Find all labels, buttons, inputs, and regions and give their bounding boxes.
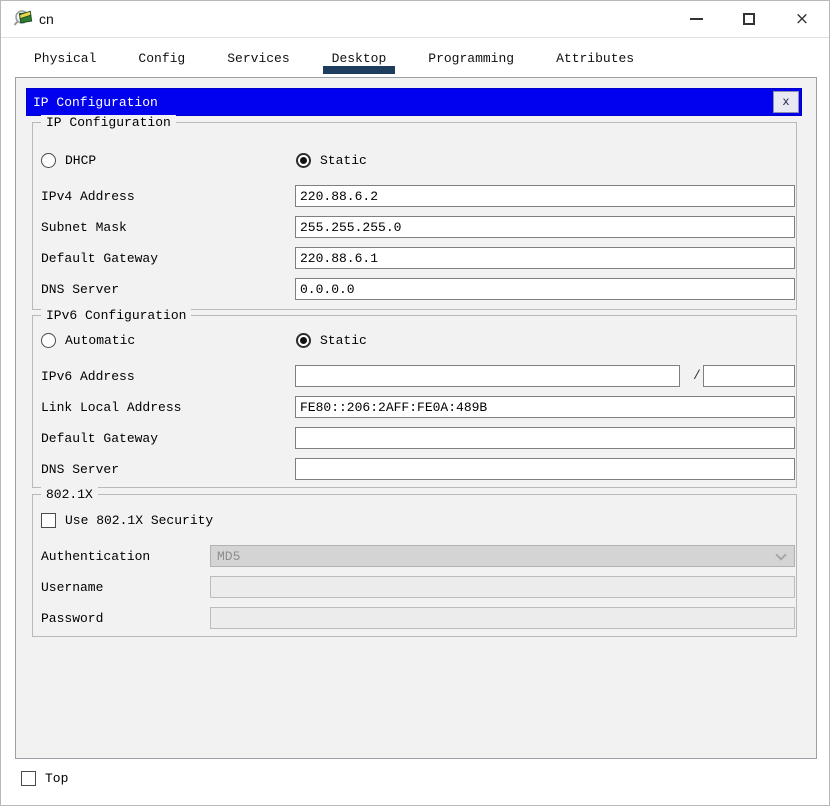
ipv6-automatic-radio-circle: [41, 333, 56, 348]
ip-configuration-dialog-titlebar[interactable]: IP Configuration x: [26, 88, 802, 116]
ipv6-dns-server-label: DNS Server: [41, 462, 119, 477]
top-checkbox[interactable]: Top: [21, 771, 68, 786]
packet-tracer-device-icon: [14, 9, 34, 29]
maximize-icon: [743, 13, 755, 25]
close-icon: ×: [795, 11, 809, 28]
ipv4-address-input[interactable]: [295, 185, 795, 207]
ipv6-group-legend: IPv6 Configuration: [41, 308, 191, 323]
dhcp-radio-circle: [41, 153, 56, 168]
ipv6-static-radio-label: Static: [320, 333, 367, 348]
ipv6-address-label: IPv6 Address: [41, 369, 135, 384]
desktop-tab-panel: IP Configuration x IP Configuration DHCP…: [15, 77, 817, 759]
chevron-down-icon: [775, 549, 786, 560]
dhcp-radio-label: DHCP: [65, 153, 96, 168]
window-titlebar[interactable]: cn ×: [1, 1, 829, 38]
ipv4-configuration-groupbox: IP Configuration DHCP Static IPv4 Addres…: [32, 122, 797, 310]
window-title: cn: [39, 11, 54, 27]
ipv6-default-gateway-input[interactable]: [295, 427, 795, 449]
subnet-mask-input[interactable]: [295, 216, 795, 238]
username-label: Username: [41, 580, 103, 595]
ipv4-group-legend: IP Configuration: [41, 115, 176, 130]
close-button[interactable]: ×: [779, 1, 825, 37]
dialog-title: IP Configuration: [27, 95, 158, 110]
ipv6-automatic-radio-label: Automatic: [65, 333, 135, 348]
tab-programming[interactable]: Programming: [419, 49, 523, 74]
maximize-button[interactable]: [726, 1, 772, 37]
use-dot1x-security-checkbox-label: Use 802.1X Security: [65, 513, 213, 528]
link-local-address-input[interactable]: [295, 396, 795, 418]
ipv4-static-radio-label: Static: [320, 153, 367, 168]
tab-attributes[interactable]: Attributes: [547, 49, 643, 74]
ipv6-static-radio[interactable]: Static: [296, 333, 367, 348]
authentication-dropdown-value: MD5: [217, 549, 240, 564]
tab-desktop[interactable]: Desktop: [323, 49, 396, 74]
top-checkbox-box: [21, 771, 36, 786]
password-label: Password: [41, 611, 103, 626]
ipv6-address-input[interactable]: [295, 365, 680, 387]
ipv4-static-radio-circle: [296, 153, 311, 168]
ipv4-default-gateway-input[interactable]: [295, 247, 795, 269]
tab-bar: Physical Config Services Desktop Program…: [25, 49, 643, 74]
subnet-mask-label: Subnet Mask: [41, 220, 127, 235]
top-checkbox-label: Top: [45, 771, 68, 786]
ipv4-dns-server-input[interactable]: [295, 278, 795, 300]
authentication-dropdown[interactable]: MD5: [210, 545, 795, 567]
ipv6-prefix-separator: /: [693, 368, 701, 383]
ipv4-default-gateway-label: Default Gateway: [41, 251, 158, 266]
tab-physical[interactable]: Physical: [25, 49, 105, 74]
ipv6-default-gateway-label: Default Gateway: [41, 431, 158, 446]
ipv6-static-radio-circle: [296, 333, 311, 348]
use-dot1x-security-checkbox[interactable]: Use 802.1X Security: [41, 513, 213, 528]
packet-tracer-window: { "window": { "title": "cn", "icon": "pa…: [0, 0, 830, 806]
ipv6-dns-server-input[interactable]: [295, 458, 795, 480]
ipv4-address-label: IPv4 Address: [41, 189, 135, 204]
ipv6-configuration-groupbox: IPv6 Configuration Automatic Static IPv6…: [32, 315, 797, 488]
dot1x-group-legend: 802.1X: [41, 487, 98, 502]
ipv6-automatic-radio[interactable]: Automatic: [41, 333, 135, 348]
ipv4-dns-server-label: DNS Server: [41, 282, 119, 297]
minimize-icon: [690, 18, 703, 20]
dot1x-groupbox: 802.1X Use 802.1X Security Authenticatio…: [32, 494, 797, 637]
password-input[interactable]: [210, 607, 795, 629]
authentication-label: Authentication: [41, 549, 150, 564]
dhcp-radio[interactable]: DHCP: [41, 153, 96, 168]
link-local-address-label: Link Local Address: [41, 400, 181, 415]
tab-services[interactable]: Services: [218, 49, 298, 74]
ipv6-prefix-input[interactable]: [703, 365, 795, 387]
tab-config[interactable]: Config: [129, 49, 194, 74]
use-dot1x-security-checkbox-box: [41, 513, 56, 528]
minimize-button[interactable]: [673, 1, 719, 37]
ipv4-static-radio[interactable]: Static: [296, 153, 367, 168]
dialog-close-button[interactable]: x: [773, 91, 799, 113]
username-input[interactable]: [210, 576, 795, 598]
